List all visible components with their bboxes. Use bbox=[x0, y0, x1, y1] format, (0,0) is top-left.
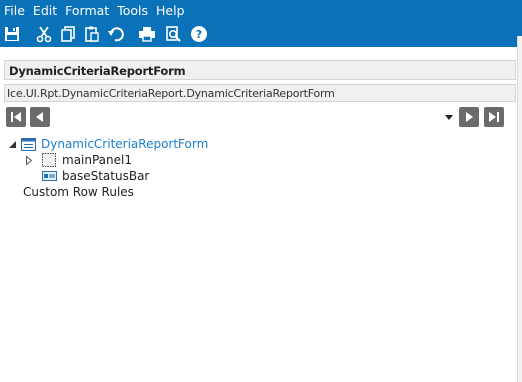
expanded-triangle-icon[interactable] bbox=[7, 139, 17, 149]
menu-bar: File Edit Format Tools Help bbox=[0, 0, 189, 22]
previous-icon bbox=[36, 112, 43, 122]
menu-tools[interactable]: Tools bbox=[113, 0, 152, 22]
undo-button[interactable] bbox=[105, 23, 127, 45]
form-title: DynamicCriteriaReportForm bbox=[9, 64, 186, 78]
statusbar-icon bbox=[41, 169, 57, 183]
print-button[interactable] bbox=[136, 23, 158, 45]
paste-icon bbox=[85, 26, 99, 42]
form-icon bbox=[20, 137, 36, 151]
menu-format[interactable]: Format bbox=[61, 0, 113, 22]
menu-file[interactable]: File bbox=[0, 0, 29, 22]
app-header: File Edit Format Tools Help ? bbox=[0, 0, 522, 47]
record-dropdown[interactable] bbox=[442, 111, 456, 123]
form-path-box: Ice.UI.Rpt.DynamicCriteriaReport.Dynamic… bbox=[4, 84, 516, 102]
tree-root-label: DynamicCriteriaReportForm bbox=[41, 137, 209, 151]
panel-icon bbox=[41, 153, 57, 167]
menu-help[interactable]: Help bbox=[152, 0, 189, 22]
undo-icon bbox=[108, 27, 124, 42]
print-preview-button[interactable] bbox=[162, 23, 184, 45]
help-button[interactable]: ? bbox=[188, 23, 210, 45]
svg-text:?: ? bbox=[196, 28, 202, 41]
first-record-button[interactable] bbox=[6, 107, 26, 127]
form-path: Ice.UI.Rpt.DynamicCriteriaReport.Dynamic… bbox=[7, 87, 335, 100]
tree-mainpanel-label: mainPanel1 bbox=[62, 153, 132, 167]
last-record-button[interactable] bbox=[484, 107, 504, 127]
print-preview-icon bbox=[166, 26, 181, 42]
next-record-button[interactable] bbox=[459, 107, 479, 127]
right-scroll-edge bbox=[517, 36, 522, 382]
tree-node-mainpanel[interactable]: mainPanel1 bbox=[24, 152, 132, 168]
menu-edit[interactable]: Edit bbox=[29, 0, 61, 22]
next-icon bbox=[466, 112, 473, 122]
copy-icon bbox=[61, 26, 75, 42]
last-icon bbox=[489, 112, 499, 122]
cut-button[interactable] bbox=[33, 23, 55, 45]
tree-node-statusbar[interactable]: baseStatusBar bbox=[41, 168, 149, 184]
tree-node-root[interactable]: DynamicCriteriaReportForm bbox=[7, 136, 208, 152]
help-icon: ? bbox=[191, 26, 207, 42]
toolbar: ? bbox=[0, 23, 210, 45]
paste-button[interactable] bbox=[81, 23, 103, 45]
previous-record-button[interactable] bbox=[30, 107, 50, 127]
tree-node-custom-row-rules[interactable]: Custom Row Rules bbox=[23, 184, 134, 200]
navigation-row bbox=[6, 107, 508, 127]
save-button[interactable] bbox=[1, 23, 23, 45]
print-icon bbox=[139, 27, 155, 42]
chevron-down-icon bbox=[445, 114, 453, 120]
form-title-box: DynamicCriteriaReportForm bbox=[4, 60, 516, 80]
copy-button[interactable] bbox=[57, 23, 79, 45]
save-icon bbox=[5, 27, 19, 41]
record-selector[interactable] bbox=[56, 107, 460, 127]
first-icon bbox=[11, 112, 21, 122]
tree-statusbar-label: baseStatusBar bbox=[62, 169, 150, 183]
cut-icon bbox=[36, 26, 52, 43]
custom-row-rules-label: Custom Row Rules bbox=[23, 185, 134, 199]
collapsed-triangle-icon[interactable] bbox=[24, 155, 34, 165]
